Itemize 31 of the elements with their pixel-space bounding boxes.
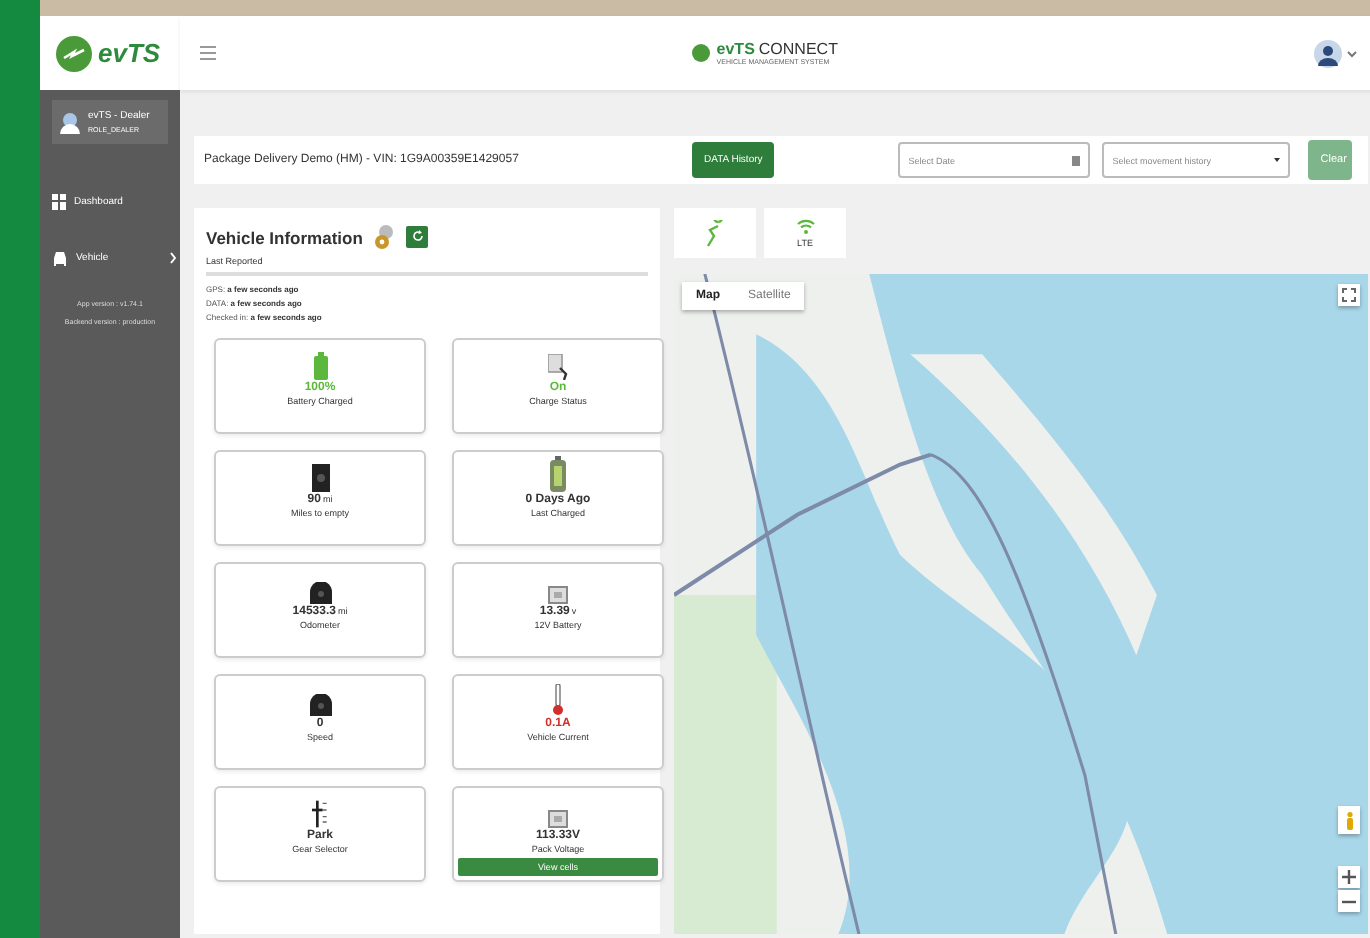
dashboard-icon [52, 194, 66, 210]
charger-icon [548, 354, 568, 380]
trash-icon[interactable] [1072, 155, 1081, 165]
minus-icon [1342, 899, 1357, 903]
thermometer-icon [552, 684, 564, 716]
logo-text: evTS [716, 40, 755, 58]
user-icon [60, 111, 80, 133]
logo-text: evTS [98, 40, 161, 66]
logo-suffix: CONNECT [758, 40, 838, 58]
zoom-in-button[interactable] [1338, 866, 1361, 888]
battery-icon [550, 456, 566, 492]
gear-shifter-icon [312, 800, 328, 828]
dropdown-caret-icon [1274, 158, 1281, 162]
avatar-menu-icon[interactable] [1314, 39, 1359, 67]
gauge-icon [309, 694, 331, 716]
fuel-gauge-icon [311, 464, 329, 492]
zoom-out-button[interactable] [1338, 890, 1361, 912]
wifi-icon [795, 218, 815, 234]
person-icon [1345, 811, 1354, 829]
refresh-button[interactable] [406, 226, 429, 248]
gauge-icon [309, 582, 331, 604]
fullscreen-button[interactable] [1338, 284, 1361, 306]
menu-icon[interactable] [200, 46, 216, 60]
battery-icon [313, 352, 327, 380]
refresh-icon [411, 229, 424, 241]
card-title: Vehicle Information [206, 227, 363, 247]
plus-icon [1342, 870, 1357, 884]
fullscreen-icon [1342, 288, 1357, 302]
battery-box-icon [548, 586, 568, 604]
battery-box-icon [548, 810, 568, 828]
car-icon [52, 251, 68, 265]
